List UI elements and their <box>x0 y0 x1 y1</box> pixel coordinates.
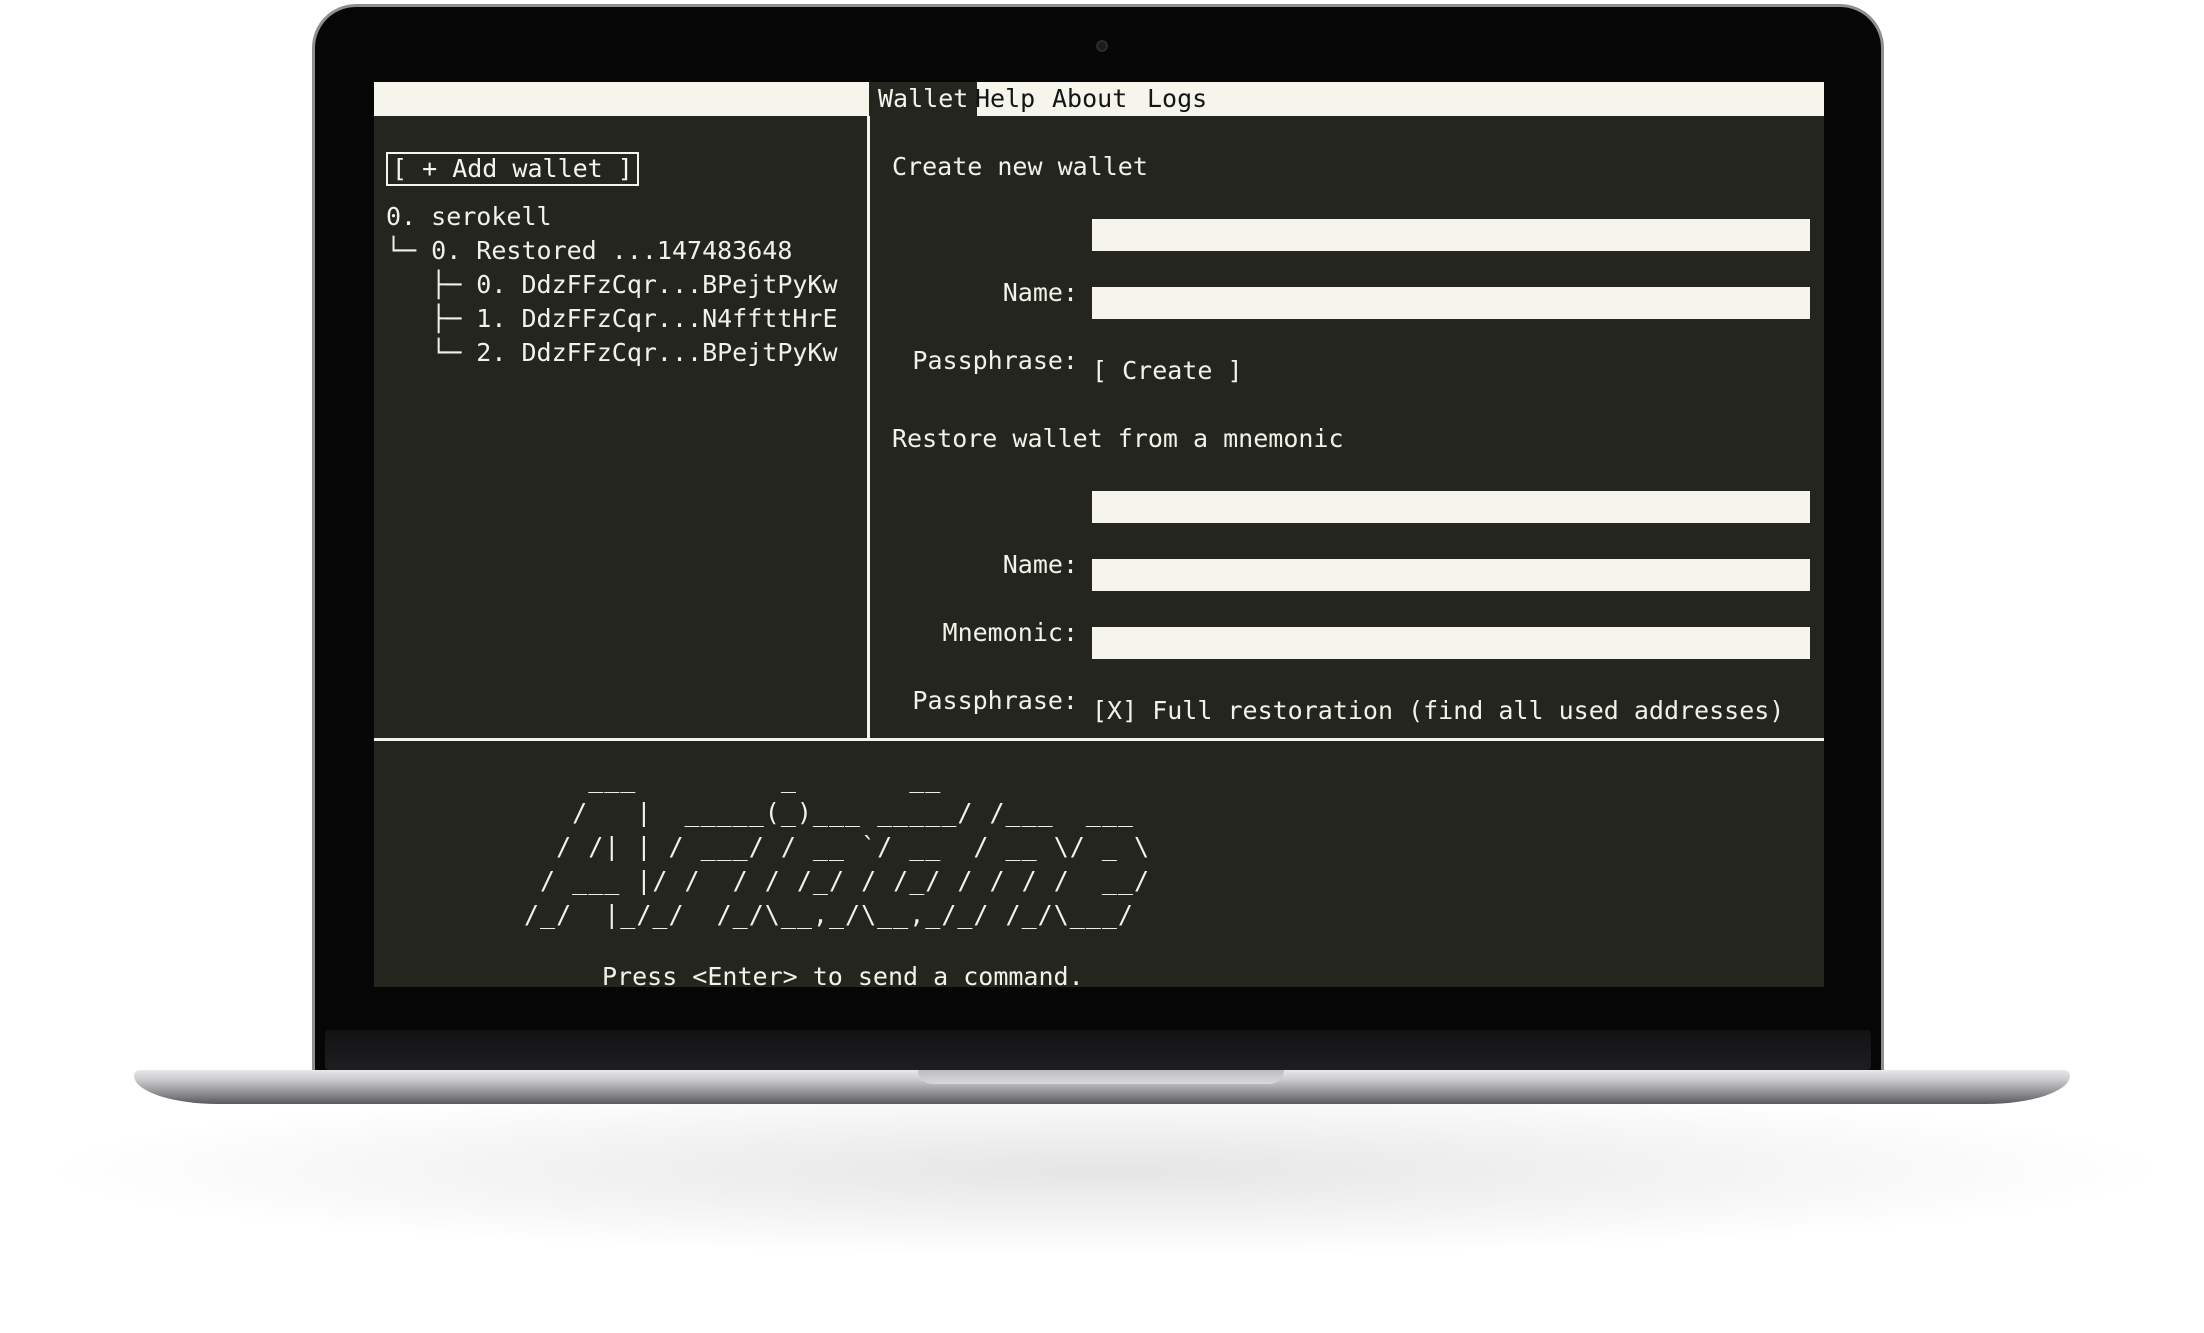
laptop-bezel <box>325 1030 1871 1070</box>
restore-mnemonic-label-wrap: Mnemonic: <box>814 558 1078 647</box>
full-restoration-checkbox[interactable]: [X] Full restoration (find all used addr… <box>1092 694 1784 728</box>
tree-item-address[interactable]: └─ 2. DdzFFzCqr...BPejtPyKw <box>386 336 837 370</box>
terminal-screen: Wallet Help About Logs [ + Add wallet ] … <box>374 82 1824 987</box>
create-name-label-wrap: Name: <box>814 218 1078 307</box>
restore-mnemonic-input[interactable] <box>1092 559 1810 591</box>
laptop-hinge-notch <box>918 1070 1284 1084</box>
restore-passphrase-label-wrap: Passphrase: <box>814 626 1078 715</box>
create-passphrase-label-wrap: Passphrase: <box>814 286 1078 375</box>
wallet-tree: 0. serokell └─ 0. Restored ...147483648 … <box>374 202 1824 517</box>
create-passphrase-input[interactable] <box>1092 287 1810 319</box>
create-passphrase-label: Passphrase: <box>912 346 1078 375</box>
restore-name-label-wrap: Name: <box>814 490 1078 579</box>
console-divider <box>374 738 1824 741</box>
tab-help[interactable]: Help <box>966 82 1044 116</box>
create-button[interactable]: [ Create ] <box>1092 354 1243 388</box>
tab-wallet[interactable]: Wallet <box>869 82 978 116</box>
add-wallet-button[interactable]: [ + Add wallet ] <box>386 152 639 186</box>
tree-item-address[interactable]: ├─ 0. DdzFFzCqr...BPejtPyKw <box>386 268 837 302</box>
tree-item-address[interactable]: ├─ 1. DdzFFzCqr...N4ffttHrE <box>386 302 837 336</box>
create-name-input[interactable] <box>1092 219 1810 251</box>
restore-wallet-heading: Restore wallet from a mnemonic <box>892 424 1344 453</box>
menu-bar: Wallet Help About Logs <box>374 82 1824 116</box>
restore-passphrase-input[interactable] <box>1092 627 1810 659</box>
restore-name-input[interactable] <box>1092 491 1810 523</box>
tab-about[interactable]: About <box>1043 82 1136 116</box>
tree-item-account[interactable]: └─ 0. Restored ...147483648 <box>386 234 792 268</box>
ariadne-ascii-logo: ___ _ __ / | _____(_)___ _____/ /___ ___… <box>524 764 1150 929</box>
tab-logs[interactable]: Logs <box>1138 82 1216 116</box>
create-wallet-heading: Create new wallet <box>892 152 1148 181</box>
tree-item-wallet[interactable]: 0. serokell <box>386 200 552 234</box>
webcam <box>1096 40 1108 52</box>
laptop-shadow <box>60 1085 2150 1255</box>
command-hint: Press <Enter> to send a command. <box>602 962 1084 987</box>
restore-passphrase-label: Passphrase: <box>912 686 1078 715</box>
